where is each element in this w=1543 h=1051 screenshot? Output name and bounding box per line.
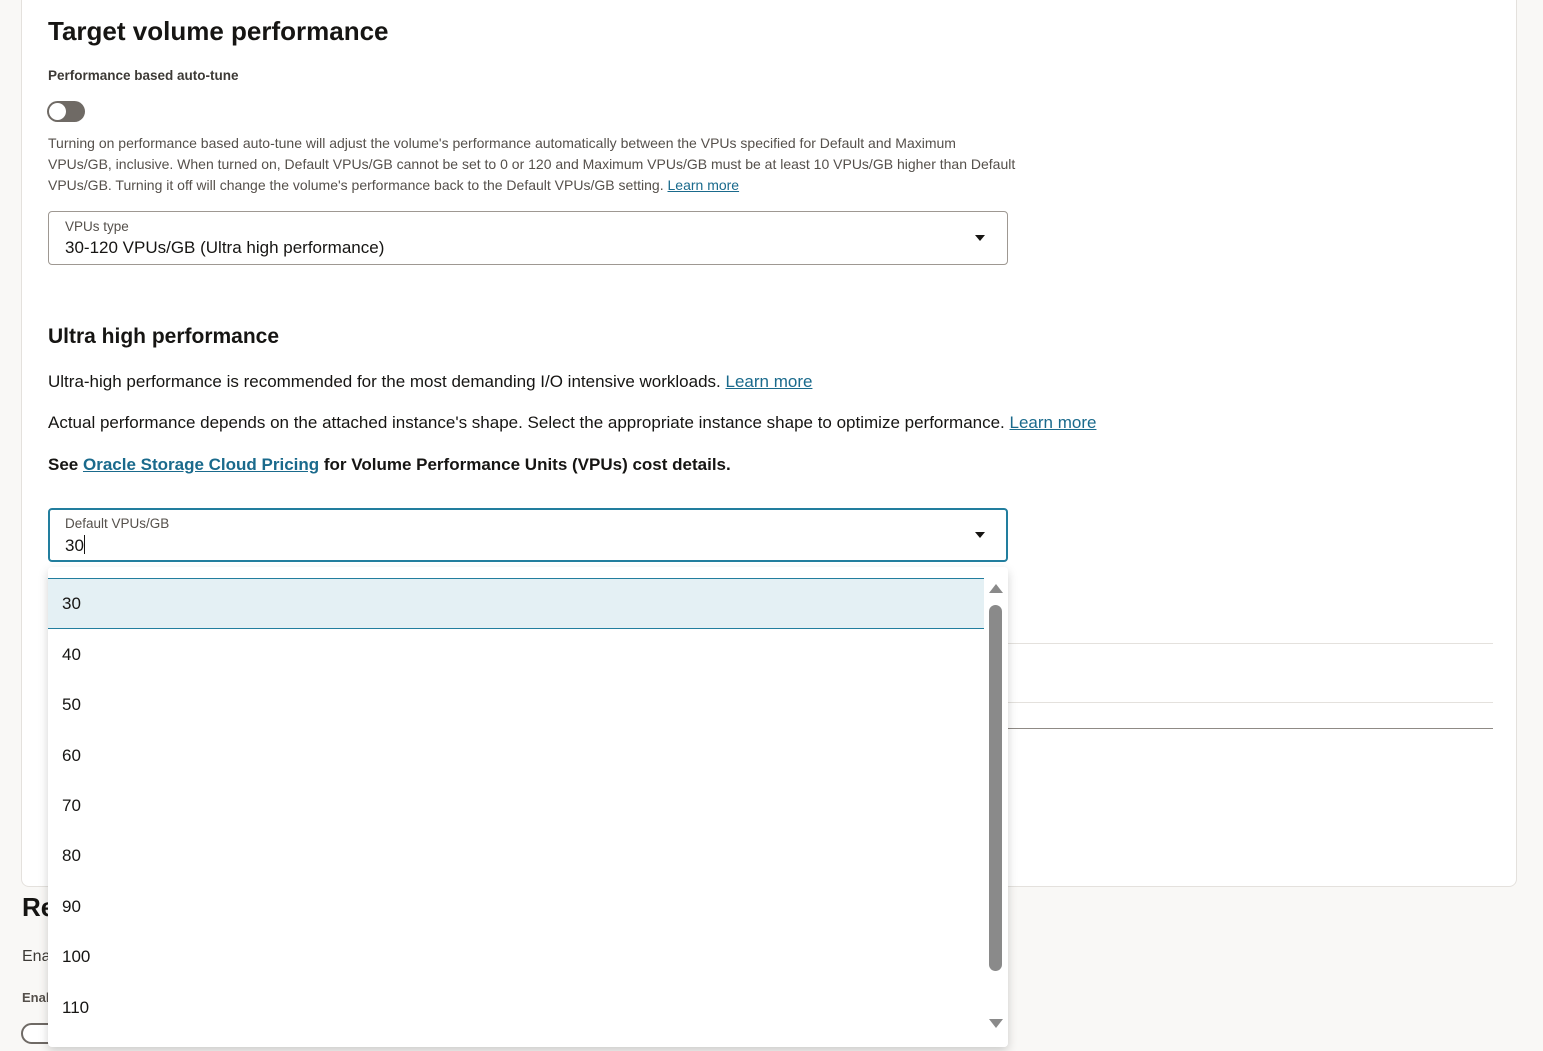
vpus-type-select[interactable]: VPUs type 30-120 VPUs/GB (Ultra high per… — [48, 211, 1008, 265]
pricing-suffix: for Volume Performance Units (VPUs) cost… — [323, 455, 731, 474]
text-caret — [83, 535, 85, 554]
field-underline — [1008, 728, 1493, 729]
listbox-scrollbar[interactable] — [984, 578, 1008, 1047]
option-100[interactable]: 100 — [48, 932, 984, 982]
next-section-label: Enal — [22, 990, 50, 1005]
pricing-line: See Oracle Storage Cloud Pricing for Vol… — [48, 455, 731, 475]
default-vpus-value: 30 — [65, 536, 84, 555]
vpus-type-value: 30-120 VPUs/GB (Ultra high performance) — [65, 238, 385, 257]
option-90[interactable]: 90 — [48, 882, 984, 932]
autotune-help-text: Turning on performance based auto-tune w… — [48, 133, 1018, 196]
pricing-link[interactable]: Oracle Storage Cloud Pricing — [83, 455, 319, 474]
scroll-down-arrow-icon[interactable] — [989, 1019, 1003, 1028]
ultra-line1-text: Ultra-high performance is recommended fo… — [48, 372, 721, 391]
default-vpus-label: Default VPUs/GB — [65, 516, 170, 531]
option-60[interactable]: 60 — [48, 731, 984, 781]
option-110[interactable]: 110 — [48, 983, 984, 1033]
option-50[interactable]: 50 — [48, 680, 984, 730]
scrollbar-thumb[interactable] — [989, 605, 1002, 971]
ultra-line2-text: Actual performance depends on the attach… — [48, 413, 1005, 432]
page: Target volume performance Performance ba… — [0, 0, 1543, 1051]
option-30[interactable]: 30 — [48, 579, 984, 629]
section-title: Target volume performance — [48, 16, 389, 46]
vpus-type-label: VPUs type — [65, 219, 129, 234]
autotune-learn-more-link[interactable]: Learn more — [668, 177, 740, 193]
ultra-title: Ultra high performance — [48, 325, 280, 348]
row-divider — [1008, 643, 1493, 644]
pricing-prefix: See — [48, 455, 79, 474]
chevron-down-icon[interactable] — [975, 532, 985, 538]
default-vpus-input[interactable]: 30 — [65, 535, 85, 556]
option-80[interactable]: 80 — [48, 831, 984, 881]
row-divider — [1008, 702, 1493, 703]
autotune-label: Performance based auto-tune — [48, 68, 239, 83]
chevron-down-icon[interactable] — [975, 235, 985, 241]
option-40[interactable]: 40 — [48, 630, 984, 680]
ultra-line2: Actual performance depends on the attach… — [48, 413, 1096, 433]
next-section-text: Ena — [22, 948, 51, 965]
ultra-line1: Ultra-high performance is recommended fo… — [48, 372, 812, 392]
toggle-knob — [49, 103, 66, 120]
default-vpus-select[interactable]: Default VPUs/GB 30 — [48, 508, 1008, 562]
ultra-learn-more-link-2[interactable]: Learn more — [1010, 413, 1097, 432]
autotune-toggle[interactable] — [47, 101, 85, 122]
option-70[interactable]: 70 — [48, 781, 984, 831]
autotune-help-body: Turning on performance based auto-tune w… — [48, 135, 1016, 193]
default-vpus-listbox[interactable]: 30 40 50 60 70 80 90 100 110 — [48, 567, 1008, 1047]
scroll-up-arrow-icon[interactable] — [989, 584, 1003, 593]
ultra-learn-more-link-1[interactable]: Learn more — [726, 372, 813, 391]
